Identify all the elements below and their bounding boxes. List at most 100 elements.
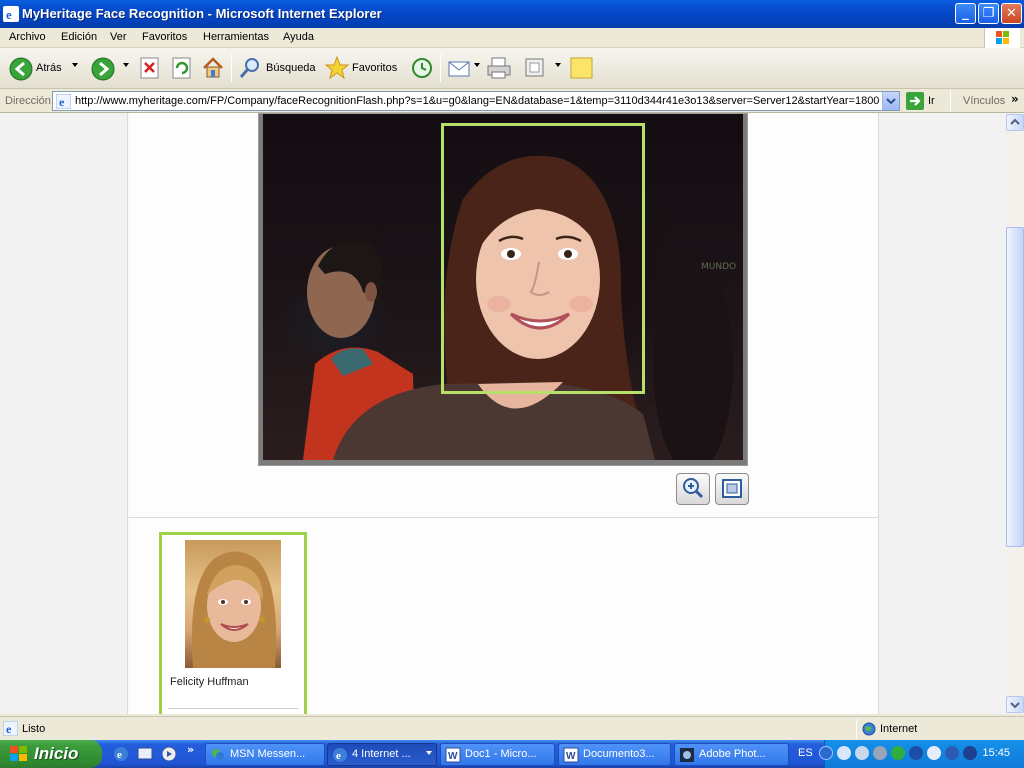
clock[interactable]: 15:45 <box>982 747 1010 759</box>
windows-logo-icon <box>984 28 1020 48</box>
note-icon[interactable] <box>569 56 595 80</box>
tray-info-icon[interactable] <box>909 746 923 760</box>
task-word-documento3[interactable]: W Documento3... <box>558 743 671 766</box>
toolbar: Atrás Búsqueda Favoritos <box>0 48 1024 89</box>
ie-icon: e <box>3 6 19 22</box>
vertical-scrollbar[interactable] <box>1006 113 1024 714</box>
svg-text:e: e <box>6 722 12 736</box>
tray-expand-icon[interactable] <box>819 746 833 760</box>
print-icon[interactable] <box>486 56 512 80</box>
match-portrait <box>191 551 277 668</box>
menu-edicion[interactable]: Edición <box>61 31 97 43</box>
go-button-label[interactable]: Ir <box>928 95 935 107</box>
tray-security-icon[interactable] <box>963 746 977 760</box>
internet-globe-icon <box>862 722 876 736</box>
menu-favoritos[interactable]: Favoritos <box>142 31 187 43</box>
start-button[interactable]: Inicio <box>0 740 102 768</box>
quicklaunch-ie-icon[interactable]: e <box>113 746 129 762</box>
mail-dropdown-icon[interactable] <box>474 63 480 67</box>
quicklaunch-show-desktop-icon[interactable] <box>137 746 153 762</box>
left-gutter <box>0 113 128 714</box>
match-name[interactable]: Felicity Huffman <box>170 676 249 688</box>
back-button-label[interactable]: Atrás <box>36 62 62 74</box>
quicklaunch-media-player-icon[interactable] <box>161 746 177 762</box>
refresh-icon[interactable] <box>171 57 193 79</box>
fit-photo-button[interactable] <box>715 473 749 505</box>
start-label: Inicio <box>34 744 79 763</box>
close-button[interactable]: ✕ <box>1001 3 1022 24</box>
fit-frame-icon <box>722 479 742 498</box>
group-dropdown-icon <box>426 751 432 755</box>
windows-flag-icon <box>10 746 27 761</box>
magnifier-icon <box>683 478 704 499</box>
title-bar[interactable]: e MyHeritage Face Recognition - Microsof… <box>0 0 1024 28</box>
scroll-thumb[interactable] <box>1006 227 1024 547</box>
task-word-doc1[interactable]: W Doc1 - Micro... <box>440 743 555 766</box>
links-chevron-icon[interactable]: » <box>1011 92 1019 106</box>
scroll-down-button[interactable] <box>1006 696 1024 713</box>
address-input[interactable]: e http://www.myheritage.com/FP/Company/f… <box>52 91 900 111</box>
security-zone-label: Internet <box>880 723 918 735</box>
page-ie-icon: e <box>56 94 71 109</box>
tray-network-icon[interactable] <box>837 746 851 760</box>
msn-icon <box>212 749 224 760</box>
edit-dropdown-icon[interactable] <box>555 63 561 67</box>
stop-icon[interactable] <box>139 57 161 79</box>
match-photo[interactable] <box>185 540 281 668</box>
menu-bar: Archivo Edición Ver Favoritos Herramient… <box>0 28 1024 48</box>
match-card[interactable]: Felicity Huffman <box>159 532 307 714</box>
svg-text:W: W <box>448 751 458 762</box>
zoom-in-button[interactable] <box>676 473 710 505</box>
scroll-up-button[interactable] <box>1006 114 1024 131</box>
links-label[interactable]: Vínculos <box>963 95 1005 107</box>
svg-text:e: e <box>117 749 122 761</box>
svg-text:e: e <box>336 750 341 762</box>
word-icon: W <box>563 747 579 763</box>
page-status-icon: e <box>3 721 18 736</box>
system-tray: 15:45 <box>819 740 1024 768</box>
word-icon: W <box>445 747 461 763</box>
content-panel: MUNDO Felicity Huffman <box>129 113 878 714</box>
back-dropdown-icon[interactable] <box>72 63 78 67</box>
tray-messenger-icon[interactable] <box>855 746 869 760</box>
page-viewport: MUNDO Felicity Huffman <box>0 113 1006 714</box>
edit-page-icon[interactable] <box>523 57 547 79</box>
back-arrow-icon[interactable] <box>9 57 33 81</box>
task-internet-explorer-group[interactable]: e 4 Internet ... <box>327 743 437 766</box>
favorites-button-label[interactable]: Favoritos <box>352 62 397 74</box>
go-arrow-icon[interactable] <box>906 92 924 110</box>
tray-app-icon[interactable] <box>927 746 941 760</box>
favorites-star-icon[interactable] <box>324 55 350 81</box>
tray-play-icon[interactable] <box>891 746 905 760</box>
analyzed-photo: MUNDO <box>263 114 743 460</box>
tray-volume-icon[interactable] <box>873 746 887 760</box>
forward-dropdown-icon[interactable] <box>123 63 129 67</box>
menu-ayuda[interactable]: Ayuda <box>283 31 314 43</box>
forward-arrow-icon[interactable] <box>91 57 115 81</box>
menu-ver[interactable]: Ver <box>110 31 127 43</box>
chevron-down-icon <box>1010 702 1020 709</box>
taskbar: Inicio e » MSN Messen... e 4 Internet ..… <box>0 740 1024 768</box>
search-icon[interactable] <box>238 56 262 80</box>
background-sign-text: MUNDO <box>701 262 736 272</box>
menu-archivo[interactable]: Archivo <box>9 31 46 43</box>
task-adobe-photoshop[interactable]: Adobe Phot... <box>674 743 789 766</box>
history-icon[interactable] <box>409 56 433 80</box>
task-msn-messenger[interactable]: MSN Messen... <box>205 743 325 766</box>
home-icon[interactable] <box>201 56 225 80</box>
mail-icon[interactable] <box>448 57 472 79</box>
language-indicator[interactable]: ES <box>798 747 813 759</box>
detected-face-box[interactable] <box>441 123 645 394</box>
tray-shield-icon[interactable] <box>945 746 959 760</box>
search-button-label[interactable]: Búsqueda <box>266 62 316 74</box>
menu-herramientas[interactable]: Herramientas <box>203 31 269 43</box>
photoshop-icon <box>680 748 694 762</box>
restore-button[interactable]: ❐ <box>978 3 999 24</box>
svg-text:e: e <box>6 7 12 22</box>
section-divider <box>129 517 878 518</box>
address-dropdown-button[interactable] <box>882 92 899 110</box>
address-url[interactable]: http://www.myheritage.com/FP/Company/fac… <box>75 95 881 107</box>
task-label: Adobe Phot... <box>699 748 766 760</box>
minimize-button[interactable]: _ <box>955 3 976 24</box>
quicklaunch-more-icon[interactable]: » <box>187 743 194 756</box>
